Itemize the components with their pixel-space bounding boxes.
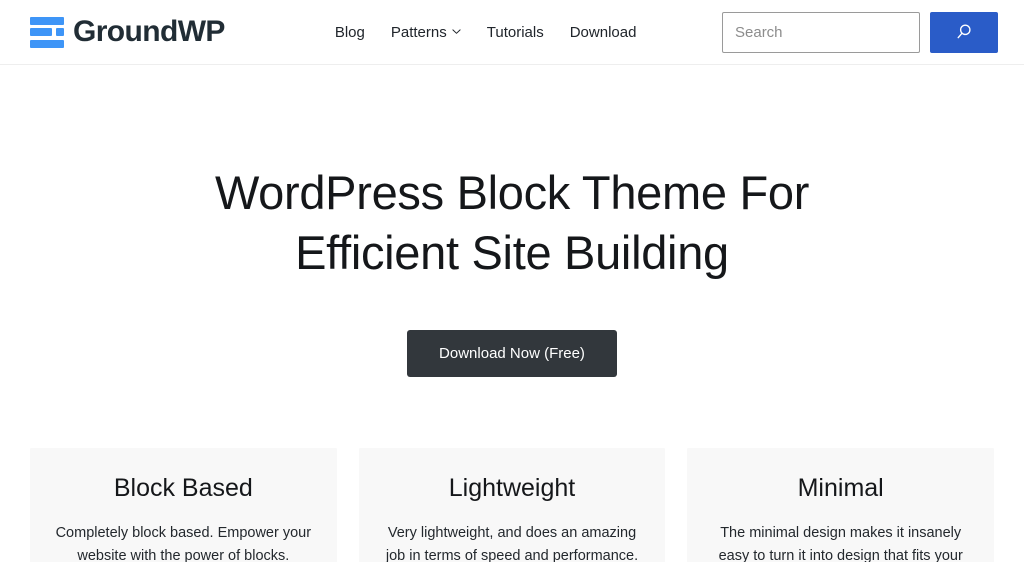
feature-card-block-based: Block Based Completely block based. Empo… [30, 448, 337, 562]
nav-item-download[interactable]: Download [570, 25, 637, 40]
nav-item-patterns[interactable]: Patterns [391, 25, 461, 40]
feature-title: Lightweight [448, 474, 576, 503]
feature-title: Block Based [113, 474, 253, 503]
main-content: WordPress Block Theme For Efficient Site… [0, 65, 1024, 562]
site-header: GroundWP Blog Patterns Tutorials Downloa… [0, 0, 1024, 65]
feature-card-lightweight: Lightweight Very lightweight, and does a… [358, 448, 666, 562]
site-logo-link[interactable]: GroundWP [30, 15, 225, 48]
logo-bar-bottom [30, 39, 64, 48]
site-title: GroundWP [73, 15, 225, 48]
nav-item-patterns-label: Patterns [390, 23, 447, 41]
download-now-button[interactable]: Download Now (Free) [407, 330, 617, 378]
nav-item-tutorials-label: Tutorials [486, 23, 544, 41]
logo-bar-top [30, 16, 64, 25]
logo-bar-middle [30, 28, 64, 36]
nav-item-download-label: Download [569, 23, 637, 41]
features-section: Block Based Completely block based. Empo… [0, 448, 1024, 562]
hero-heading: WordPress Block Theme For Efficient Site… [214, 166, 810, 280]
feature-description: The minimal design makes it insanely eas… [718, 524, 963, 562]
feature-description: Completely block based. Empower your web… [55, 524, 312, 562]
feature-description: Very lightweight, and does an amazing jo… [385, 524, 639, 562]
header-search-form [722, 11, 998, 53]
search-input[interactable] [722, 11, 920, 53]
hero-section: WordPress Block Theme For Efficient Site… [0, 65, 1024, 378]
primary-navigation: Blog Patterns Tutorials Download [335, 25, 637, 40]
logo-segment-small [56, 28, 64, 36]
nav-item-blog-label: Blog [334, 23, 365, 41]
chevron-down-icon [452, 27, 461, 36]
groundwp-logo-icon [30, 16, 64, 48]
search-icon [954, 22, 974, 42]
nav-item-blog[interactable]: Blog [335, 25, 365, 40]
feature-card-minimal: Minimal The minimal design makes it insa… [687, 448, 995, 562]
feature-title: Minimal [797, 474, 884, 503]
nav-item-tutorials[interactable]: Tutorials [487, 25, 544, 40]
hero-cta-container: Download Now (Free) [0, 330, 1024, 378]
logo-segment-wide [30, 28, 53, 36]
search-submit-button[interactable] [930, 11, 998, 53]
